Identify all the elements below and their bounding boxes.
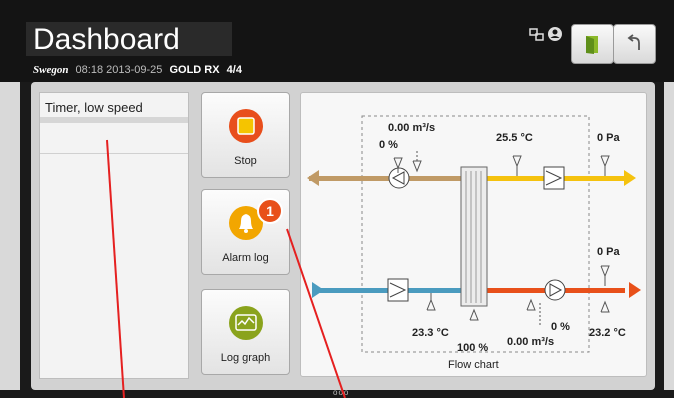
supply-arrow [629, 282, 641, 298]
flow-chart-label: Flow chart [448, 359, 499, 371]
page-indicator: 4/4 [226, 64, 242, 76]
outdoor-arrow [312, 282, 324, 298]
network-icon [529, 28, 544, 41]
supply-flow-value: 0.00 m³/s [507, 336, 554, 348]
brand-logo: Swegon [33, 64, 69, 76]
datetime: 08:18 2013-09-25 [75, 64, 163, 76]
graph-icon [229, 306, 263, 340]
alarm-count-badge: 1 [257, 198, 283, 224]
operation-list: Timer, low speed [39, 92, 189, 379]
exhaust-fan-percent: 0 % [379, 139, 398, 151]
exhaust-arrow [307, 170, 319, 186]
next-page-panel[interactable] [664, 82, 674, 390]
unit-name: GOLD RX [169, 64, 220, 76]
door-exit-button[interactable] [571, 24, 614, 64]
page-title: Dashboard [33, 23, 180, 56]
back-button[interactable] [613, 24, 656, 64]
flow-chart-panel[interactable]: 0.00 m³/s 0 % 25.5 °C 0 Pa 0 Pa 23.3 °C … [300, 92, 647, 377]
exhaust-flow-value: 0.00 m³/s [388, 122, 435, 134]
flow-chart-diagram: 0.00 m³/s 0 % 25.5 °C 0 Pa 0 Pa 23.3 °C … [307, 115, 641, 371]
extract-pressure-value: 0 Pa [597, 132, 621, 144]
list-item[interactable]: Timer, low speed [40, 93, 188, 123]
status-icons [528, 26, 568, 44]
rotor [460, 166, 488, 307]
door-icon [586, 36, 598, 54]
extract-temp-value: 25.5 °C [496, 132, 533, 144]
page-dots: ooo [333, 388, 350, 397]
log-graph-label: Log graph [220, 352, 271, 364]
previous-page-panel[interactable] [0, 82, 20, 390]
stop-label: Stop [234, 155, 257, 167]
stop-icon [229, 109, 263, 143]
user-icon [548, 27, 562, 41]
supply-pressure-value: 0 Pa [597, 246, 621, 258]
supply-temp-value: 23.2 °C [589, 327, 626, 339]
extract-arrow [624, 170, 636, 186]
return-arrow-icon [627, 34, 640, 50]
rotor-percent: 100 % [457, 342, 488, 354]
log-graph-button[interactable]: Log graph [201, 289, 290, 375]
stop-button[interactable]: Stop [201, 92, 290, 178]
supply-fan-percent: 0 % [551, 321, 570, 333]
exhaust-duct [309, 176, 465, 181]
divider [40, 153, 188, 154]
status-line: Swegon 08:18 2013-09-25 GOLD RX 4/4 [33, 64, 242, 76]
outdoor-temp-value: 23.3 °C [412, 327, 449, 339]
alarm-log-label: Alarm log [222, 252, 269, 264]
